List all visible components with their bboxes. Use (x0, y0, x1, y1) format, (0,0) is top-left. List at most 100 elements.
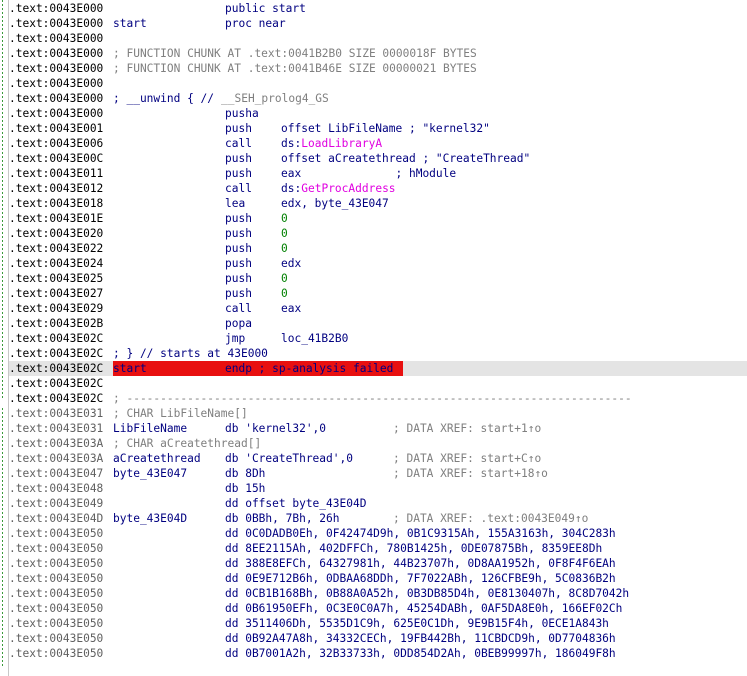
listing-line[interactable]: .text:0043E050 dd 0C0DADB0Eh, 0F42474D9h,… (9, 526, 747, 541)
mnemonic: db 15h (225, 482, 266, 495)
address-label: .text:0043E000 (9, 92, 104, 105)
symbol-label[interactable]: start (113, 16, 147, 31)
listing-line[interactable]: .text:0043E012 call ds: GetProcAddress (9, 181, 747, 196)
listing-line[interactable]: .text:0043E050 dd 0E9E712B6h, 0DBAA68DDh,… (9, 571, 747, 586)
address-label: .text:0043E01E (9, 212, 104, 225)
listing-line[interactable]: .text:0043E00C push offset aCreatethread ;… (9, 151, 747, 166)
import-function-name[interactable]: GetProcAddress (301, 181, 395, 196)
listing-line[interactable]: .text:0043E020 push 0 (9, 226, 747, 241)
mnemonic: proc near (225, 17, 286, 30)
listing-line[interactable]: .text:0043E000 (9, 31, 747, 46)
listing-line[interactable]: .text:0043E000 ; FUNCTION CHUNK AT .text:… (9, 61, 747, 76)
mnemonic: push (225, 152, 252, 165)
listing-line[interactable]: .text:0043E02C ; } // starts at 43E000 (9, 346, 747, 361)
mnemonic: db 0BBh, 7Bh, 26h (225, 512, 340, 525)
listing-line[interactable]: .text:0043E000 public start (9, 1, 747, 16)
symbol-label[interactable]: aCreatethread (113, 451, 201, 466)
address-label: .text:0043E018 (9, 197, 104, 210)
mnemonic: push (225, 287, 252, 300)
listing-line[interactable]: .text:0043E027 push 0 (9, 286, 747, 301)
address-label: .text:0043E000 (9, 2, 104, 15)
listing-line[interactable]: .text:0043E018 lea edx, byte_43E047 (9, 196, 747, 211)
data-xref-comment: ; DATA XREF: start+18↑o (393, 467, 548, 480)
gutter-marker (2, 0, 3, 400)
listing-line[interactable]: .text:0043E050 dd 3511406Dh, 5535D1C9h, 6… (9, 616, 747, 631)
import-function-name[interactable]: LoadLibraryA (301, 136, 382, 151)
listing-line[interactable]: .text:0043E050 dd 0CB1B168Bh, 0B88A0A52h,… (9, 586, 747, 601)
address-label: .text:0043E02C (9, 392, 104, 405)
listing-line[interactable]: .text:0043E011 push eax ; hModule (9, 166, 747, 181)
operand: 0 (281, 212, 288, 225)
listing-line[interactable]: .text:0043E02C start endp ; sp-analysis fa… (9, 361, 747, 376)
listing-line[interactable]: .text:0043E000 (9, 76, 747, 91)
listing-line[interactable]: .text:0043E024 push edx (9, 256, 747, 271)
address-label: .text:0043E00C (9, 152, 104, 165)
listing-line[interactable]: .text:0043E000 pusha (9, 106, 747, 121)
mnemonic: dd offset byte_43E04D (225, 497, 367, 510)
listing-line[interactable]: .text:0043E02B popa (9, 316, 747, 331)
address-label: .text:0043E020 (9, 227, 104, 240)
listing-line[interactable]: .text:0043E03A ; CHAR aCreatethread[] (9, 436, 747, 451)
operand: offset LibFileName ; "kernel32" (281, 122, 490, 135)
comment-text: ; FUNCTION CHUNK AT .text:0041B46E SIZE … (113, 62, 477, 75)
address-label: .text:0043E050 (9, 587, 104, 600)
listing-line[interactable]: .text:0043E050 dd 0B7001A2h, 32B33733h, 0… (9, 646, 747, 661)
listing-line[interactable]: .text:0043E02C (9, 376, 747, 391)
listing-line[interactable]: .text:0043E001 push offset LibFileName ; "… (9, 121, 747, 136)
address-label: .text:0043E024 (9, 257, 104, 270)
listing-line[interactable]: .text:0043E048 db 15h (9, 481, 747, 496)
mnemonic: jmp (225, 332, 246, 345)
listing-line[interactable]: .text:0043E049 dd offset byte_43E04D (9, 496, 747, 511)
listing-line[interactable]: .text:0043E01E push 0 (9, 211, 747, 226)
mnemonic: dd 0C0DADB0Eh, 0F42474D9h, 0B1C9315Ah, 1… (225, 527, 616, 540)
address-label: .text:0043E048 (9, 482, 104, 495)
listing-line[interactable]: .text:0043E029 call eax (9, 301, 747, 316)
listing-line[interactable]: .text:0043E050 dd 388E8EFCh, 64327981h, 4… (9, 556, 747, 571)
listing-line[interactable]: .text:0043E031 ; CHAR LibFileName[] (9, 406, 747, 421)
symbol-label[interactable]: LibFileName (113, 421, 187, 436)
comment-text: ; --------------------------------------… (113, 392, 632, 405)
address-label: .text:0043E02C (9, 347, 104, 360)
address-label: .text:0043E050 (9, 557, 104, 570)
mnemonic: call (225, 302, 252, 315)
listing-line[interactable]: .text:0043E031 LibFileName db 'kernel32',0… (9, 421, 747, 436)
mnemonic: dd 0B7001A2h, 32B33733h, 0DD854D2Ah, 0BE… (225, 647, 616, 660)
address-label: .text:0043E031 (9, 422, 104, 435)
listing-line[interactable]: .text:0043E000 ; FUNCTION CHUNK AT .text:… (9, 46, 747, 61)
mnemonic: push (225, 212, 252, 225)
address-label: .text:0043E050 (9, 617, 104, 630)
address-label: .text:0043E006 (9, 137, 104, 150)
listing-line[interactable]: .text:0043E050 dd 8EE2115Ah, 402DFFCh, 78… (9, 541, 747, 556)
operand: 0 (281, 227, 288, 240)
operand: 0 (281, 287, 288, 300)
mnemonic: push (225, 167, 252, 180)
ida-disassembly-view[interactable]: .text:0043E000 public start .text:0043E000… (0, 0, 747, 676)
listing-line[interactable]: .text:0043E000 start proc near (9, 16, 747, 31)
address-label: .text:0043E050 (9, 647, 104, 660)
address-label: .text:0043E000 (9, 62, 104, 75)
symbol-label[interactable]: byte_43E04D (113, 511, 187, 526)
listing-line[interactable]: .text:0043E02C ; ------------------------… (9, 391, 747, 406)
listing-line[interactable]: .text:0043E050 dd 0B61950EFh, 0C3E0C0A7h,… (9, 601, 747, 616)
listing-line[interactable]: .text:0043E025 push 0 (9, 271, 747, 286)
operand: 0 (281, 242, 288, 255)
listing-line[interactable]: .text:0043E03A aCreatethread db 'CreateThr… (9, 451, 747, 466)
address-label: .text:0043E050 (9, 602, 104, 615)
listing-line[interactable]: .text:0043E047 byte_43E047 db 8Dh ; DATA XR… (9, 466, 747, 481)
gutter-marker (2, 408, 3, 668)
listing-line[interactable]: .text:0043E04D byte_43E04D db 0BBh, 7Bh, 2… (9, 511, 747, 526)
listing-line[interactable]: .text:0043E022 push 0 (9, 241, 747, 256)
listing-line[interactable]: .text:0043E050 dd 0B92A47A8h, 34332CECh, … (9, 631, 747, 646)
operand: edx, byte_43E047 (281, 197, 389, 210)
operand: eax (281, 302, 302, 315)
listing-line[interactable]: .text:0043E000 ; __unwind { // __SEH_prol… (9, 91, 747, 106)
mnemonic: call (225, 182, 252, 195)
mnemonic: endp ; sp-analysis failed (225, 362, 394, 375)
mnemonic: push (225, 227, 252, 240)
symbol-label[interactable]: byte_43E047 (113, 466, 187, 481)
listing-line[interactable]: .text:0043E02C jmp loc_41B2B0 (9, 331, 747, 346)
address-label: .text:0043E03A (9, 437, 104, 450)
address-label: .text:0043E011 (9, 167, 104, 180)
mnemonic: dd 0E9E712B6h, 0DBAA68DDh, 7F7022ABh, 12… (225, 572, 616, 585)
listing-line[interactable]: .text:0043E006 call ds: LoadLibraryA (9, 136, 747, 151)
